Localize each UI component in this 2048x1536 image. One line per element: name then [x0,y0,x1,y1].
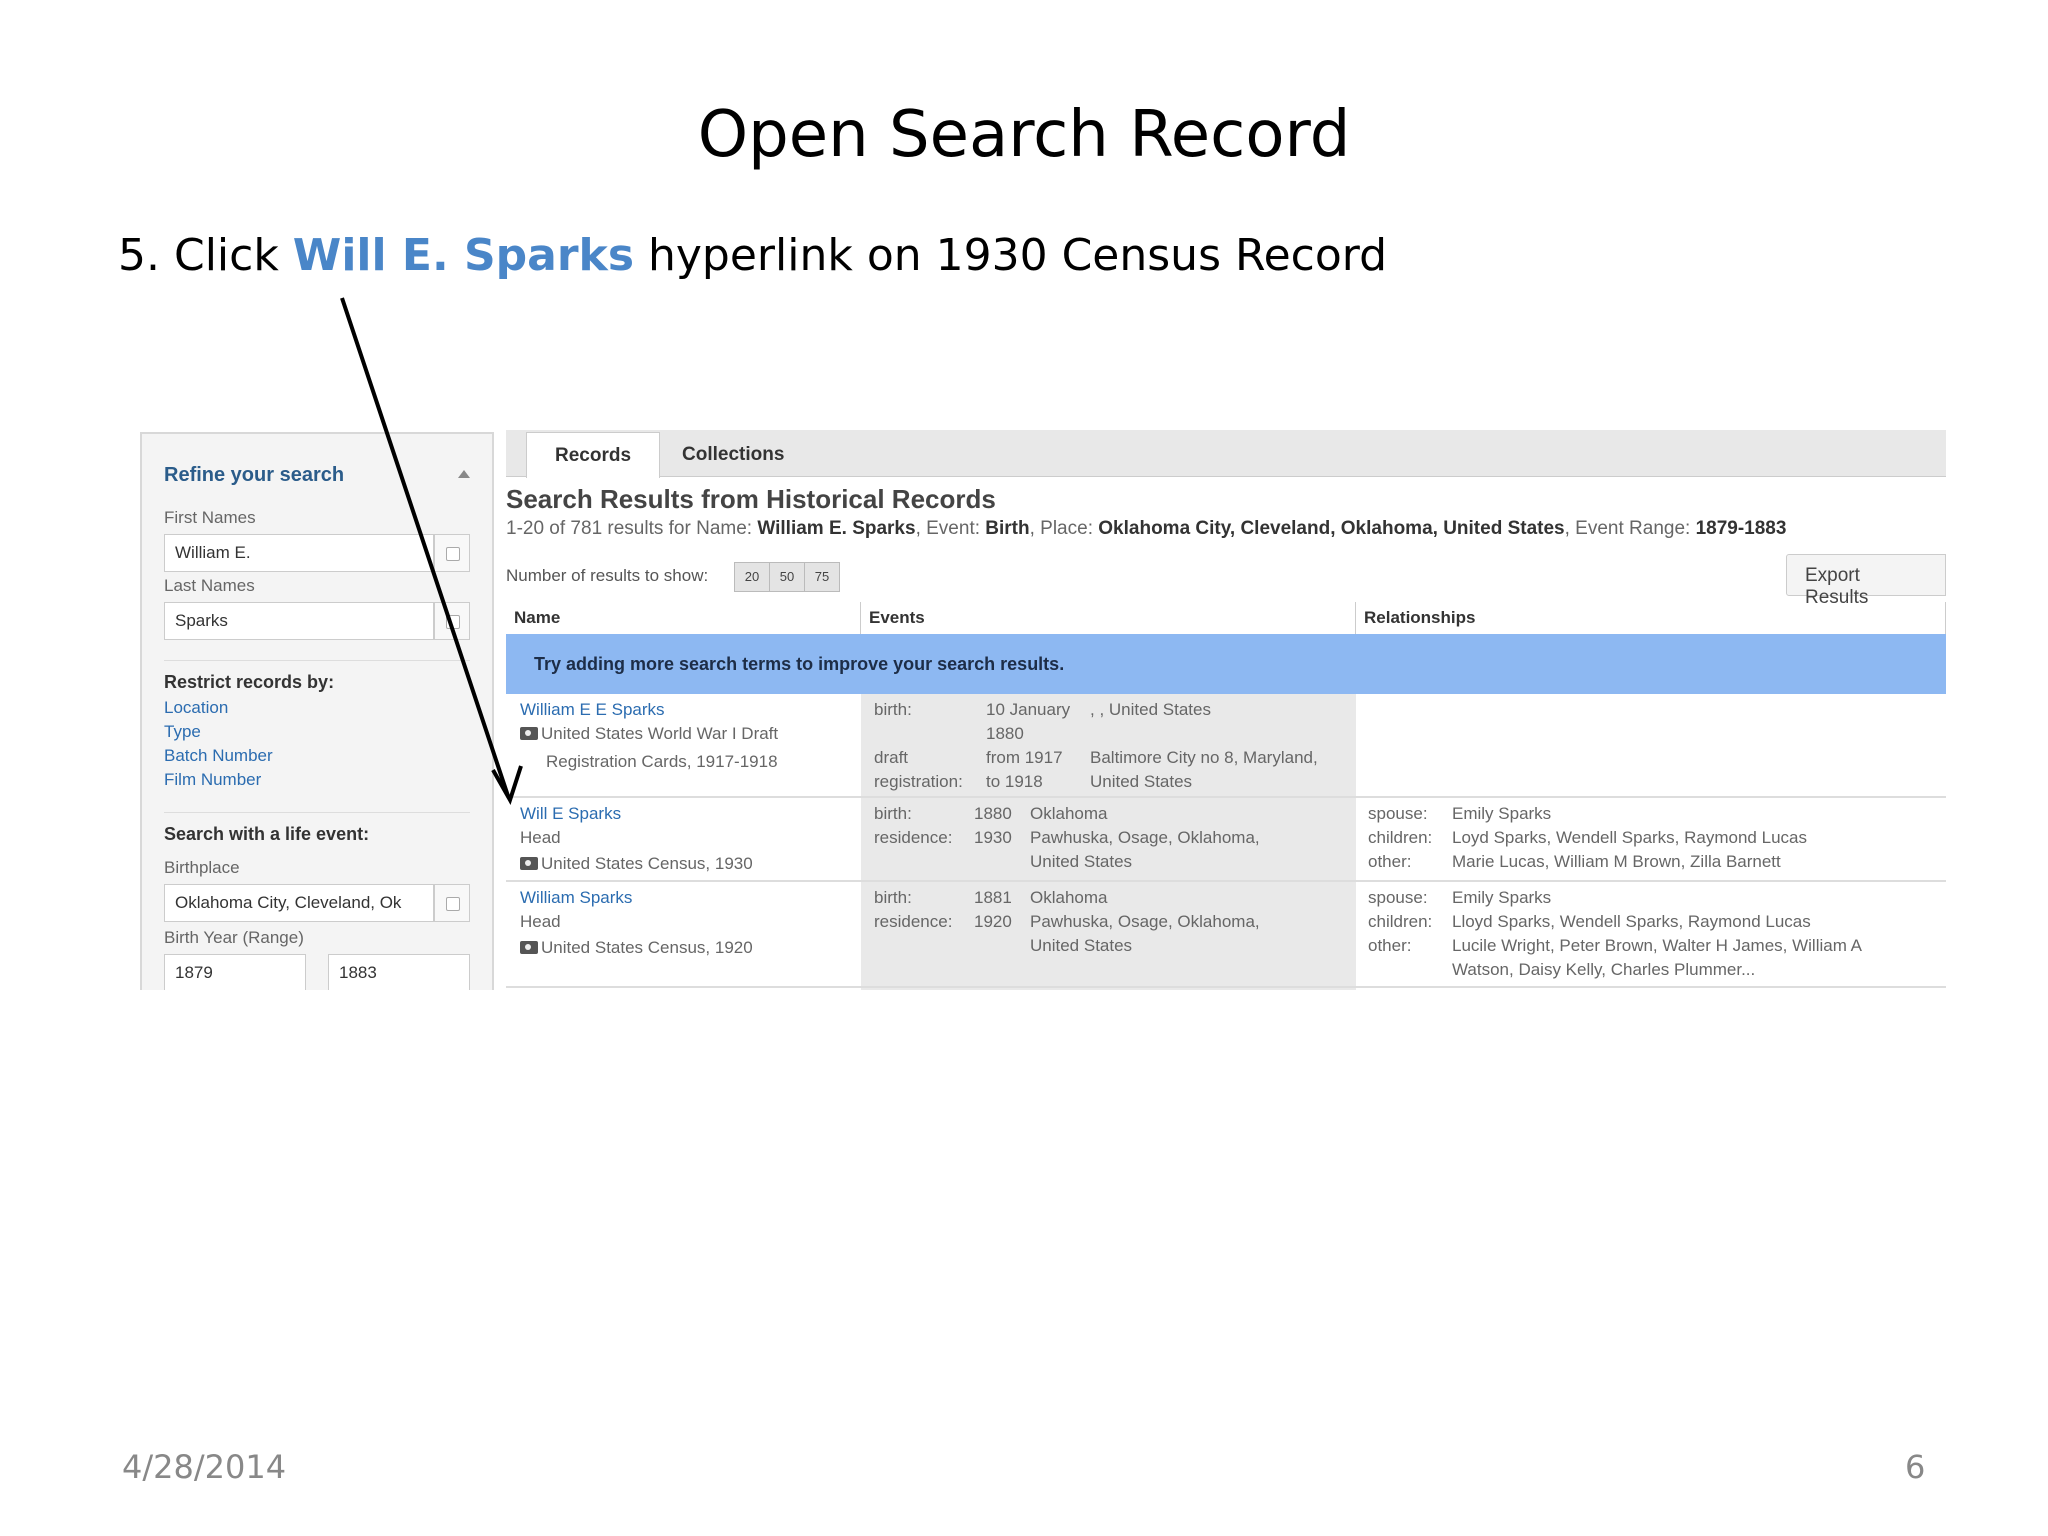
slide-date: 4/28/2014 [122,1448,287,1486]
slide-page-number: 6 [1905,1448,1926,1486]
pointer-arrow-icon [340,297,523,805]
